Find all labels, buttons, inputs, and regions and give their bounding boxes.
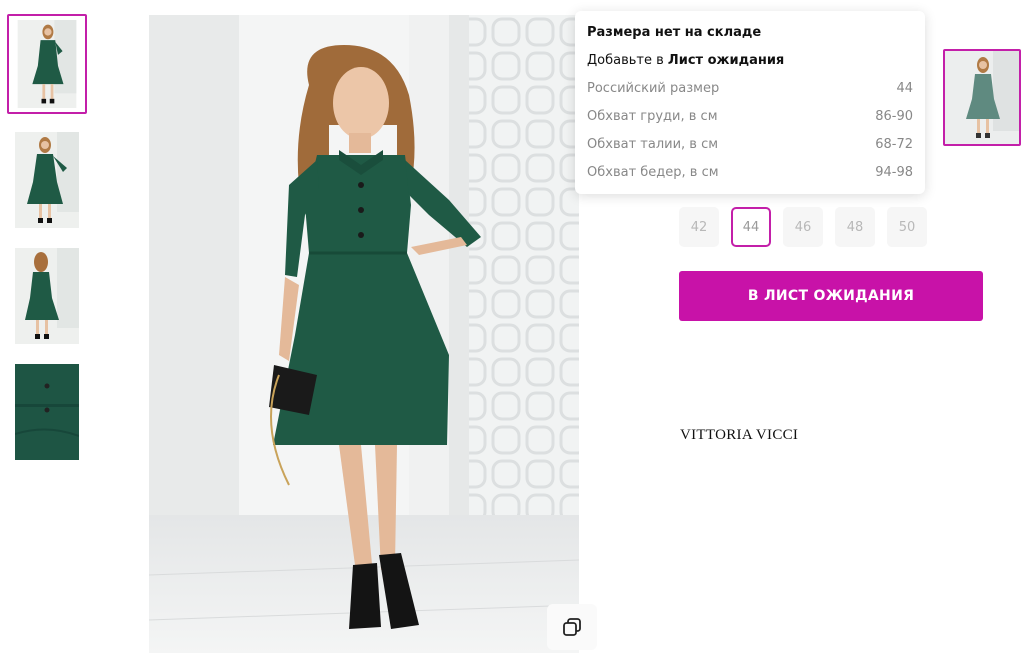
row-label: Обхват груди, в см (587, 109, 718, 124)
row-value: 86-90 (875, 109, 913, 124)
copy-icon (563, 618, 581, 636)
row-label: Обхват талии, в см (587, 137, 719, 152)
thumbnail-image (15, 248, 79, 344)
tooltip-row: Обхват груди, в см 86-90 (587, 109, 913, 137)
thumbnail-image (15, 364, 79, 460)
size-option-50[interactable]: 50 (887, 207, 927, 247)
size-option-42[interactable]: 42 (679, 207, 719, 247)
size-selector: 42 44 46 48 50 (679, 207, 927, 247)
tooltip-row: Обхват бедер, в см 94-98 (587, 165, 913, 193)
size-option-48[interactable]: 48 (835, 207, 875, 247)
tooltip-title: Размера нет на складе (587, 25, 762, 40)
thumbnail-side[interactable] (15, 132, 79, 228)
thumbnail-back[interactable] (15, 248, 79, 344)
row-label: Российский размер (587, 81, 720, 96)
selected-color-photo[interactable] (943, 49, 1021, 146)
thumbnail-image (17, 20, 77, 108)
thumbnail-front[interactable] (7, 14, 87, 114)
row-value: 68-72 (875, 137, 913, 152)
thumbnail-image (15, 132, 79, 228)
add-to-waitlist-button[interactable]: В ЛИСТ ОЖИДАНИЯ (679, 271, 983, 321)
row-value: 44 (896, 81, 913, 96)
tooltip-add-prefix: Добавьте в (587, 53, 668, 68)
main-product-photo[interactable] (149, 15, 579, 653)
row-label: Обхват бедер, в см (587, 165, 719, 180)
brand-name[interactable]: VITTORIA VICCI (680, 427, 798, 444)
thumbnail-detail[interactable] (15, 364, 79, 460)
size-option-46[interactable]: 46 (783, 207, 823, 247)
size-option-44[interactable]: 44 (731, 207, 771, 247)
color-photo-image (945, 51, 1019, 144)
row-value: 94-98 (875, 165, 913, 180)
product-image (149, 15, 579, 653)
tooltip-row: Обхват талии, в см 68-72 (587, 137, 913, 165)
size-tooltip: Размера нет на складе Добавьте в Лист ож… (575, 11, 925, 194)
copy-button[interactable] (547, 604, 597, 650)
tooltip-add-text: Добавьте в Лист ожидания (587, 53, 913, 81)
waitlist-link[interactable]: Лист ожидания (668, 53, 784, 68)
tooltip-row: Российский размер 44 (587, 81, 913, 109)
